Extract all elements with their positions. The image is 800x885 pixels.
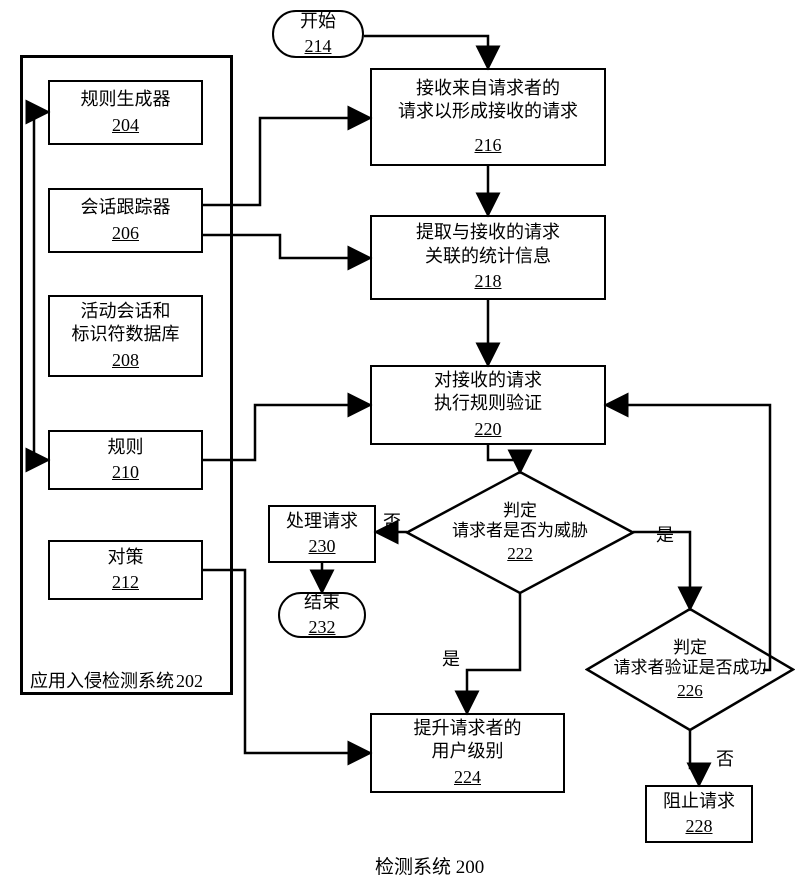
node-230: 处理请求 230 (268, 505, 376, 563)
d222-num: 222 (507, 544, 533, 564)
node-220-label: 对接收的请求 执行规则验证 (434, 369, 542, 416)
node-228-num: 228 (686, 815, 713, 838)
frame-label-num: 202 (176, 671, 203, 691)
box-208: 活动会话和 标识符数据库 208 (48, 295, 203, 377)
d226-label: 判定 请求者验证是否成功 (614, 638, 767, 679)
box-212: 对策 212 (48, 540, 203, 600)
box-210-num: 210 (112, 461, 139, 484)
node-220-num: 220 (475, 418, 502, 441)
node-216: 接收来自请求者的 请求以形成接收的请求 216 (370, 68, 606, 166)
start-label: 开始 (300, 10, 336, 33)
box-212-label: 对策 (108, 546, 144, 569)
node-224-label: 提升请求者的 用户级别 (414, 717, 522, 764)
end-terminal: 结束 232 (278, 592, 366, 638)
decision-226: 判定 请求者验证是否成功 226 (585, 607, 795, 732)
box-206-num: 206 (112, 222, 139, 245)
node-218-num: 218 (475, 270, 502, 293)
box-208-num: 208 (112, 349, 139, 372)
box-204: 规则生成器 204 (48, 80, 203, 145)
decision-222: 判定 请求者是否为威胁 222 (405, 470, 635, 595)
node-218-label: 提取与接收的请求 关联的统计信息 (416, 221, 560, 268)
start-num: 214 (305, 35, 332, 58)
node-230-label: 处理请求 (286, 510, 358, 533)
node-216-label: 接收来自请求者的 请求以形成接收的请求 (398, 77, 578, 124)
box-212-num: 212 (112, 571, 139, 594)
node-216-num: 216 (475, 134, 502, 157)
node-230-num: 230 (309, 535, 336, 558)
branch-224-yes: 是 (442, 645, 460, 671)
node-224-num: 224 (454, 766, 481, 789)
node-224: 提升请求者的 用户级别 224 (370, 713, 565, 793)
node-220: 对接收的请求 执行规则验证 220 (370, 365, 606, 445)
box-204-label: 规则生成器 (81, 88, 171, 111)
box-206: 会话跟踪器 206 (48, 188, 203, 253)
box-208-label: 活动会话和 标识符数据库 (72, 300, 180, 347)
box-204-num: 204 (112, 114, 139, 137)
frame-label-text: 应用入侵检测系统 (30, 671, 174, 691)
branch-226-no: 否 (716, 745, 734, 771)
branch-222-no: 否 (383, 508, 401, 534)
branch-222-yes: 是 (656, 521, 674, 547)
box-210-label: 规则 (108, 436, 144, 459)
end-num: 232 (309, 616, 336, 639)
system-frame-label: 应用入侵检测系统202 (30, 667, 203, 693)
node-228-label: 阻止请求 (663, 790, 735, 813)
box-206-label: 会话跟踪器 (81, 196, 171, 219)
box-210: 规则 210 (48, 430, 203, 490)
node-228: 阻止请求 228 (645, 785, 753, 843)
d222-label: 判定 请求者是否为威胁 (452, 501, 588, 542)
end-label: 结束 (304, 591, 340, 614)
caption: 检测系统 200 (375, 852, 484, 879)
d226-num: 226 (677, 681, 703, 701)
node-218: 提取与接收的请求 关联的统计信息 218 (370, 215, 606, 300)
start-terminal: 开始 214 (272, 10, 364, 58)
